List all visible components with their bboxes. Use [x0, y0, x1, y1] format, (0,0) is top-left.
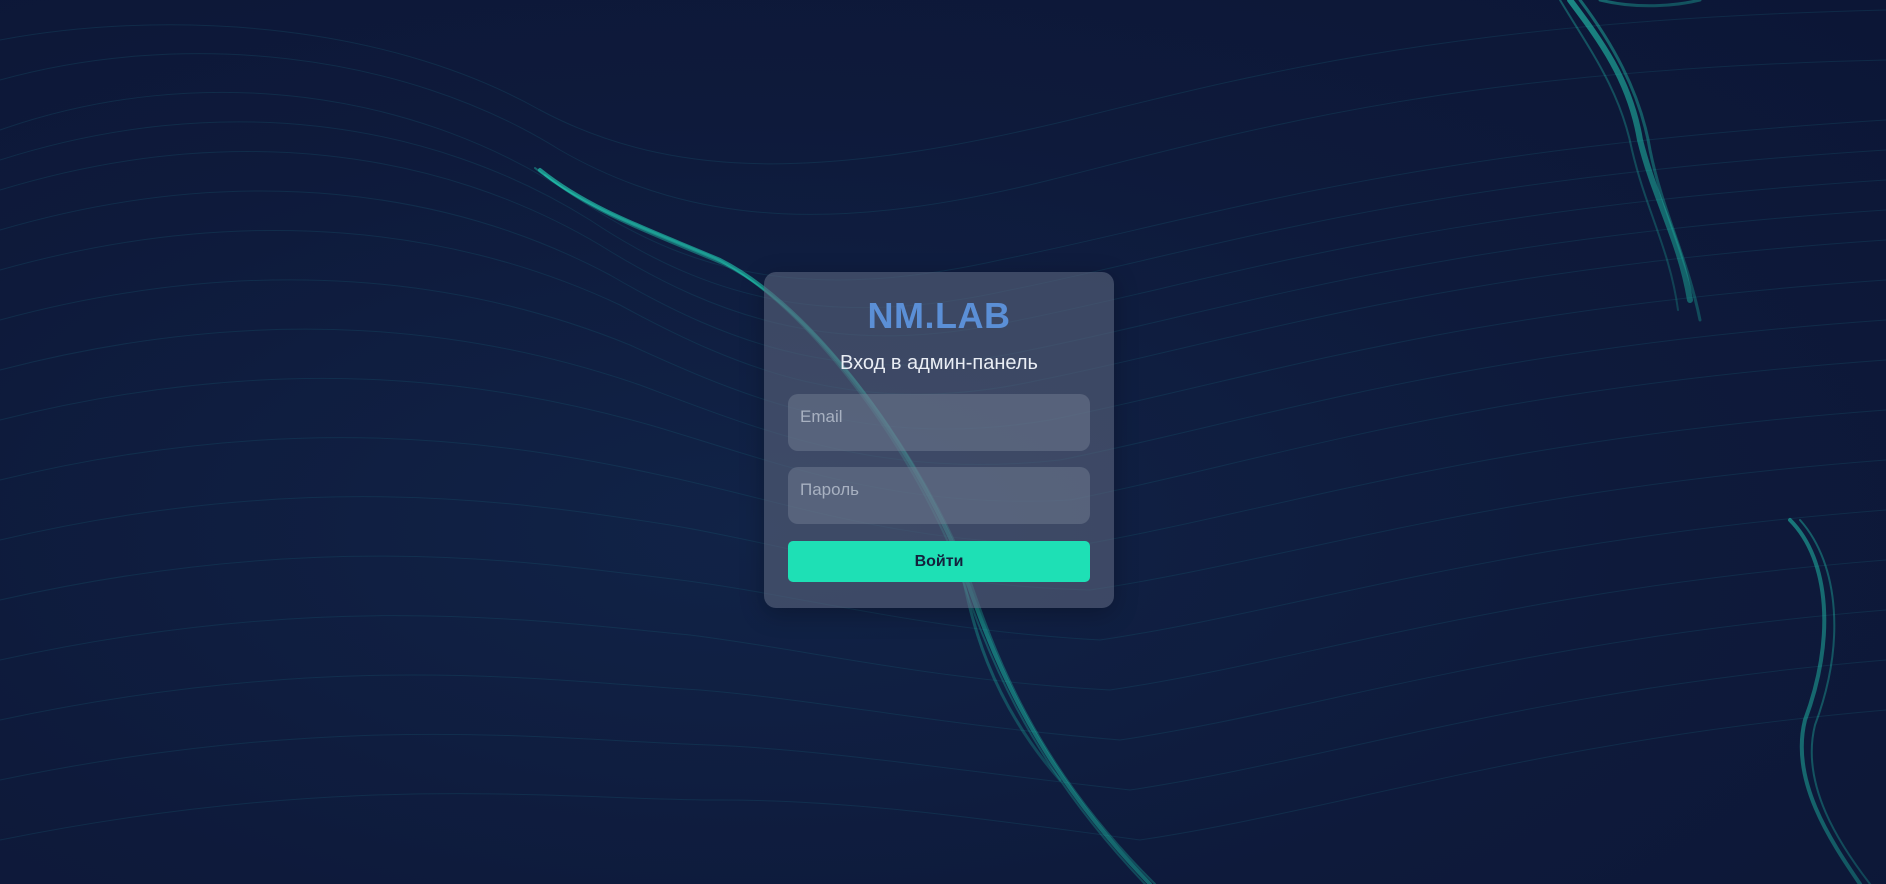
password-field[interactable] — [788, 467, 1090, 524]
logo-text: NM.LAB — [867, 295, 1011, 336]
email-field[interactable] — [788, 394, 1090, 451]
bright-stream-right — [1559, 0, 1871, 884]
login-subtitle: Вход в админ-панель — [840, 352, 1038, 374]
login-page: NM.LAB Вход в админ-панель Войти — [0, 0, 1886, 884]
login-button[interactable]: Войти — [788, 541, 1090, 582]
login-card: NM.LAB Вход в админ-панель Войти — [764, 272, 1114, 608]
